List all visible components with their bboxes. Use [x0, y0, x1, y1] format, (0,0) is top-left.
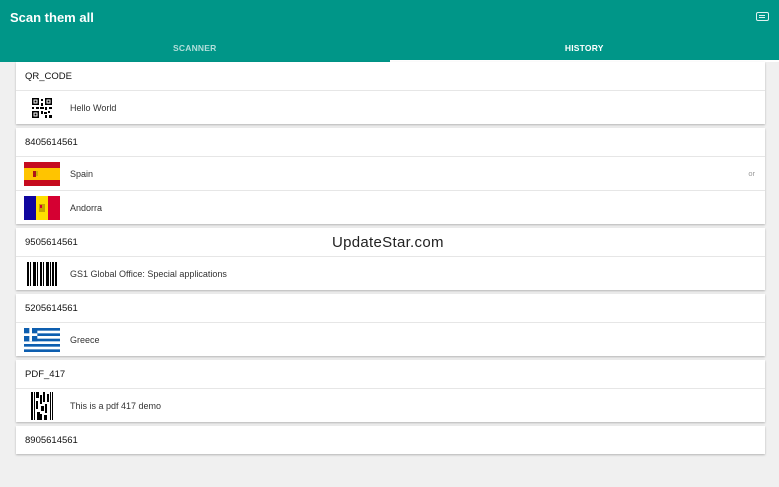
history-list: QR_CODE Hello World 8405614561 Spain or …	[16, 62, 765, 458]
andorra-flag-icon	[24, 195, 60, 220]
list-item[interactable]: Andorra	[16, 190, 765, 224]
history-card: QR_CODE Hello World	[16, 62, 765, 124]
item-label: Spain	[70, 168, 94, 179]
card-header: 8905614561	[25, 434, 78, 446]
history-card: 8905614561	[16, 426, 765, 454]
history-card: 5205614561 Greece	[16, 294, 765, 356]
card-header: 8405614561	[25, 136, 78, 148]
spain-flag-icon	[24, 161, 60, 186]
list-item[interactable]: Spain or	[16, 156, 765, 190]
card-header: QR_CODE	[25, 70, 72, 82]
tab-scanner[interactable]: SCANNER	[0, 38, 390, 62]
history-card: PDF_417 This is a pdf 417 demo	[16, 360, 765, 422]
item-label: GS1 Global Office: Special applications	[70, 268, 227, 279]
history-card: 8405614561 Spain or Andorra	[16, 128, 765, 224]
keyboard-icon[interactable]	[756, 12, 769, 21]
greece-flag-icon	[24, 327, 60, 352]
item-label: Greece	[70, 334, 100, 345]
item-label: Hello World	[70, 102, 117, 113]
item-label: This is a pdf 417 demo	[70, 400, 162, 411]
list-item[interactable]: This is a pdf 417 demo	[16, 388, 765, 422]
list-item[interactable]: Greece	[16, 322, 765, 356]
app-bar: Scan them all SCANNER HISTORY	[0, 0, 779, 62]
list-item[interactable]: GS1 Global Office: Special applications	[16, 256, 765, 290]
item-label: Andorra	[70, 202, 103, 213]
list-item[interactable]: Hello World	[16, 90, 765, 124]
card-header: PDF_417	[25, 368, 66, 380]
pdf417-icon	[24, 391, 60, 420]
app-title: Scan them all	[10, 10, 94, 25]
tab-bar: SCANNER HISTORY	[0, 38, 779, 62]
watermark: UpdateStar.com	[332, 234, 444, 251]
tab-history[interactable]: HISTORY	[389, 38, 779, 62]
item-note: or	[748, 169, 755, 178]
card-header: 5205614561	[25, 302, 78, 314]
barcode-icon	[24, 261, 60, 286]
qr-code-icon	[24, 96, 60, 120]
